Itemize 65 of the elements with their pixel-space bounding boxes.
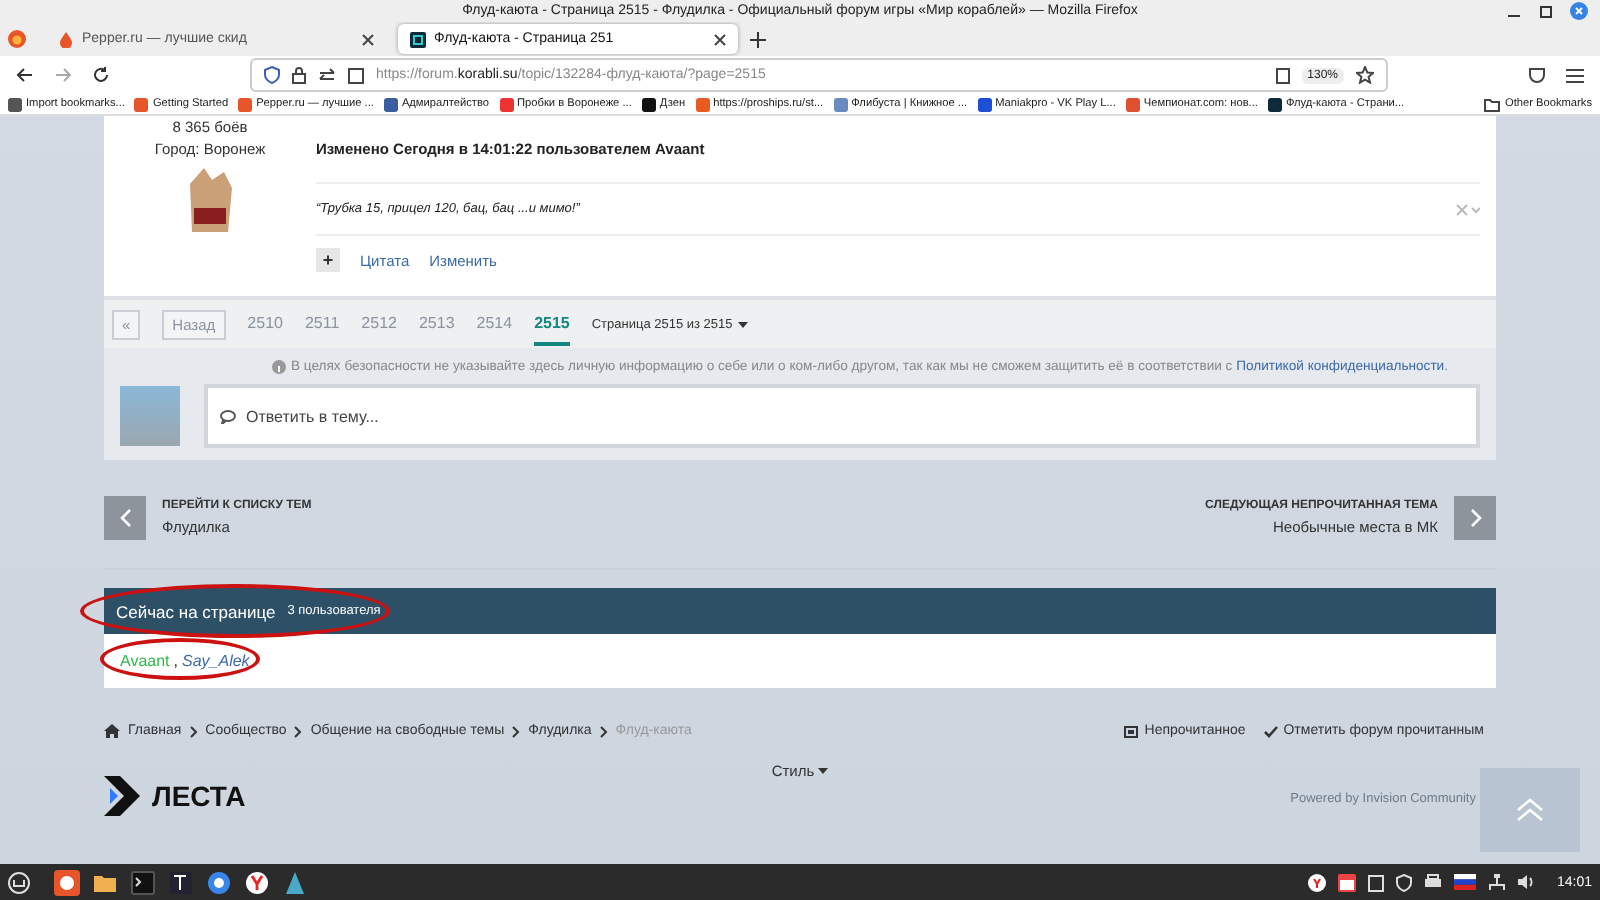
calendar-icon[interactable] [1338, 873, 1357, 891]
printer-icon[interactable] [1424, 874, 1443, 890]
chevron-icon [1469, 508, 1481, 528]
check-icon [1263, 725, 1278, 737]
speech-bubble-icon [220, 410, 236, 424]
previous-button[interactable] [104, 496, 146, 540]
bookmark-icon [1267, 97, 1282, 111]
next-button[interactable] [1454, 496, 1496, 540]
bookmark-icon [8, 97, 22, 111]
section-title: Сейчас на странице [116, 601, 276, 621]
shield-icon [264, 66, 280, 84]
lock-icon [292, 66, 306, 84]
bookmark-icon [833, 97, 848, 111]
chevron-icon [119, 508, 131, 528]
app-launcher-icon[interactable] [206, 869, 232, 895]
shield-icon[interactable] [1396, 873, 1413, 891]
home-icon [104, 724, 120, 738]
bookmark-icon [238, 97, 253, 111]
start-menu-icon[interactable] [8, 871, 30, 893]
app-launcher-icon[interactable] [244, 869, 270, 895]
bookmark-icon [641, 97, 656, 111]
tray-app-icon[interactable] [1308, 873, 1327, 891]
badge-drawing [184, 164, 236, 236]
logo-wordmark: ЛЕСТА [152, 780, 246, 812]
app-launcher-icon[interactable] [130, 869, 156, 895]
chevron-icon [189, 725, 198, 737]
pocket-icon[interactable] [1528, 66, 1546, 84]
chevron-icon [294, 725, 303, 737]
caret-icon[interactable] [818, 768, 829, 774]
bookmark-icon [134, 97, 149, 111]
folder-icon [1484, 97, 1501, 111]
menu-icon[interactable] [1566, 67, 1584, 83]
flame-icon [58, 31, 74, 47]
star-icon[interactable] [1356, 66, 1374, 84]
forum-favicon-icon [410, 31, 426, 47]
volume-icon[interactable] [1518, 874, 1537, 890]
user-link[interactable]: Say_Alek [182, 652, 250, 670]
bookmark-icon [383, 97, 398, 111]
close-icon[interactable] [362, 33, 374, 45]
info-icon [272, 360, 287, 374]
page-icon [348, 67, 364, 83]
double-chevron-icon [1516, 798, 1544, 822]
avatar-picture [120, 386, 180, 446]
reply-field[interactable]: Ответить в тему... [204, 384, 1480, 448]
chevron-icon [599, 725, 608, 737]
app-launcher-icon[interactable] [168, 869, 194, 895]
bookmark-icon [499, 97, 514, 111]
arrows-icon [318, 67, 336, 83]
separator-comma: , [173, 652, 178, 670]
chevron-icon [512, 725, 521, 737]
new-tab-icon[interactable] [750, 31, 766, 47]
multiquote-button[interactable]: + [316, 248, 340, 272]
inbox-icon [1124, 725, 1139, 737]
back-icon[interactable] [16, 66, 34, 84]
chevron-logo-icon [104, 776, 140, 816]
reload-icon[interactable] [92, 66, 110, 84]
maximize-icon[interactable] [1538, 3, 1554, 19]
bookmark-icon [977, 97, 992, 111]
close-icon[interactable] [714, 33, 726, 45]
app-launcher-icon[interactable] [54, 869, 80, 895]
network-icon[interactable] [1488, 873, 1507, 891]
caret-icon[interactable] [738, 321, 749, 327]
bookmark-icon [1125, 97, 1140, 111]
flag-icon[interactable] [1454, 874, 1477, 890]
bookmark-icon [695, 97, 710, 111]
